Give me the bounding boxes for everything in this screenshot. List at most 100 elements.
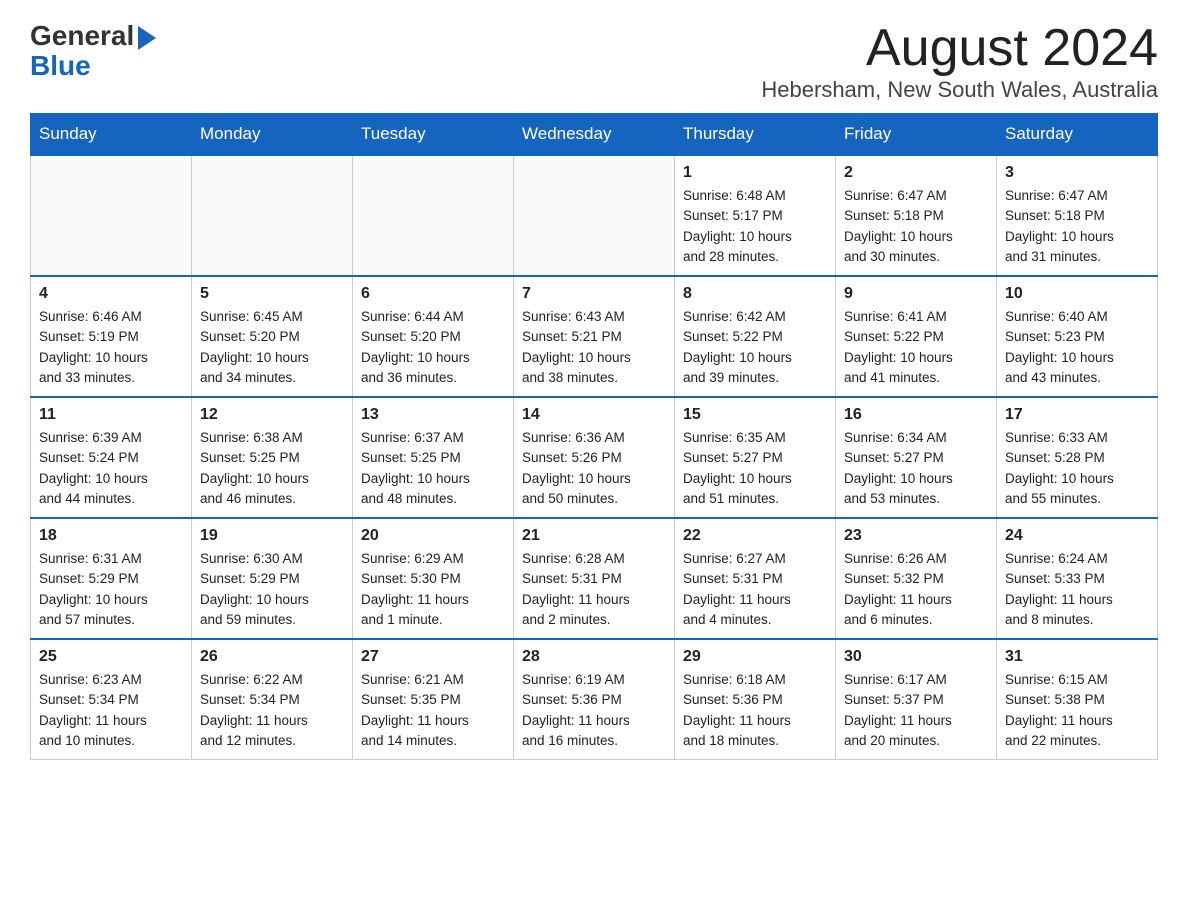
day-info: Sunrise: 6:27 AM Sunset: 5:31 PM Dayligh…	[683, 549, 827, 630]
day-number: 2	[844, 164, 988, 182]
day-info: Sunrise: 6:15 AM Sunset: 5:38 PM Dayligh…	[1005, 670, 1149, 751]
calendar-cell: 26 Sunrise: 6:22 AM Sunset: 5:34 PM Dayli…	[192, 639, 353, 760]
calendar-cell: 17 Sunrise: 6:33 AM Sunset: 5:28 PM Dayli…	[997, 397, 1158, 518]
calendar-cell: 25 Sunrise: 6:23 AM Sunset: 5:34 PM Dayli…	[31, 639, 192, 760]
day-info: Sunrise: 6:42 AM Sunset: 5:22 PM Dayligh…	[683, 307, 827, 388]
calendar-cell: 14 Sunrise: 6:36 AM Sunset: 5:26 PM Dayli…	[514, 397, 675, 518]
day-number: 20	[361, 527, 505, 545]
day-info: Sunrise: 6:23 AM Sunset: 5:34 PM Dayligh…	[39, 670, 183, 751]
calendar-cell: 19 Sunrise: 6:30 AM Sunset: 5:29 PM Dayli…	[192, 518, 353, 639]
day-number: 26	[200, 648, 344, 666]
day-info: Sunrise: 6:45 AM Sunset: 5:20 PM Dayligh…	[200, 307, 344, 388]
day-number: 1	[683, 164, 827, 182]
calendar-week-row: 25 Sunrise: 6:23 AM Sunset: 5:34 PM Dayli…	[31, 639, 1158, 760]
calendar-cell: 1 Sunrise: 6:48 AM Sunset: 5:17 PM Daylig…	[675, 155, 836, 276]
day-info: Sunrise: 6:37 AM Sunset: 5:25 PM Dayligh…	[361, 428, 505, 509]
day-number: 14	[522, 406, 666, 424]
calendar-cell: 16 Sunrise: 6:34 AM Sunset: 5:27 PM Dayli…	[836, 397, 997, 518]
calendar-title: August 2024	[761, 20, 1158, 77]
calendar-cell: 23Sunrise: 6:26 AM Sunset: 5:32 PM Dayli…	[836, 518, 997, 639]
day-number: 11	[39, 406, 183, 424]
day-number: 19	[200, 527, 344, 545]
day-number: 13	[361, 406, 505, 424]
calendar-cell: 18Sunrise: 6:31 AM Sunset: 5:29 PM Dayli…	[31, 518, 192, 639]
day-number: 25	[39, 648, 183, 666]
calendar-week-row: 11 Sunrise: 6:39 AM Sunset: 5:24 PM Dayli…	[31, 397, 1158, 518]
calendar-cell: 22Sunrise: 6:27 AM Sunset: 5:31 PM Dayli…	[675, 518, 836, 639]
calendar-cell: 21 Sunrise: 6:28 AM Sunset: 5:31 PM Dayli…	[514, 518, 675, 639]
calendar-cell: 15 Sunrise: 6:35 AM Sunset: 5:27 PM Dayli…	[675, 397, 836, 518]
calendar-cell: 30Sunrise: 6:17 AM Sunset: 5:37 PM Dayli…	[836, 639, 997, 760]
day-number: 5	[200, 285, 344, 303]
day-info: Sunrise: 6:38 AM Sunset: 5:25 PM Dayligh…	[200, 428, 344, 509]
weekday-header-monday: Monday	[192, 114, 353, 156]
calendar-week-row: 1 Sunrise: 6:48 AM Sunset: 5:17 PM Daylig…	[31, 155, 1158, 276]
calendar-cell: 11 Sunrise: 6:39 AM Sunset: 5:24 PM Dayli…	[31, 397, 192, 518]
day-number: 18	[39, 527, 183, 545]
day-number: 16	[844, 406, 988, 424]
day-info: Sunrise: 6:24 AM Sunset: 5:33 PM Dayligh…	[1005, 549, 1149, 630]
day-info: Sunrise: 6:21 AM Sunset: 5:35 PM Dayligh…	[361, 670, 505, 751]
calendar-cell: 6 Sunrise: 6:44 AM Sunset: 5:20 PM Daylig…	[353, 276, 514, 397]
day-number: 10	[1005, 285, 1149, 303]
day-info: Sunrise: 6:43 AM Sunset: 5:21 PM Dayligh…	[522, 307, 666, 388]
day-info: Sunrise: 6:33 AM Sunset: 5:28 PM Dayligh…	[1005, 428, 1149, 509]
weekday-header-saturday: Saturday	[997, 114, 1158, 156]
day-number: 28	[522, 648, 666, 666]
day-info: Sunrise: 6:19 AM Sunset: 5:36 PM Dayligh…	[522, 670, 666, 751]
day-info: Sunrise: 6:48 AM Sunset: 5:17 PM Dayligh…	[683, 186, 827, 267]
day-number: 7	[522, 285, 666, 303]
day-info: Sunrise: 6:30 AM Sunset: 5:29 PM Dayligh…	[200, 549, 344, 630]
day-number: 6	[361, 285, 505, 303]
calendar-cell: 7 Sunrise: 6:43 AM Sunset: 5:21 PM Daylig…	[514, 276, 675, 397]
calendar-cell: 28 Sunrise: 6:19 AM Sunset: 5:36 PM Dayli…	[514, 639, 675, 760]
day-number: 27	[361, 648, 505, 666]
day-number: 4	[39, 285, 183, 303]
calendar-cell: 24 Sunrise: 6:24 AM Sunset: 5:33 PM Dayli…	[997, 518, 1158, 639]
day-info: Sunrise: 6:44 AM Sunset: 5:20 PM Dayligh…	[361, 307, 505, 388]
logo-arrow-icon	[138, 26, 156, 50]
calendar-cell	[192, 155, 353, 276]
calendar-table: SundayMondayTuesdayWednesdayThursdayFrid…	[30, 113, 1158, 760]
day-number: 12	[200, 406, 344, 424]
weekday-header-thursday: Thursday	[675, 114, 836, 156]
calendar-cell: 10 Sunrise: 6:40 AM Sunset: 5:23 PM Dayli…	[997, 276, 1158, 397]
day-info: Sunrise: 6:47 AM Sunset: 5:18 PM Dayligh…	[844, 186, 988, 267]
calendar-week-row: 4 Sunrise: 6:46 AM Sunset: 5:19 PM Daylig…	[31, 276, 1158, 397]
day-number: 9	[844, 285, 988, 303]
day-info: Sunrise: 6:47 AM Sunset: 5:18 PM Dayligh…	[1005, 186, 1149, 267]
day-info: Sunrise: 6:39 AM Sunset: 5:24 PM Dayligh…	[39, 428, 183, 509]
day-info: Sunrise: 6:22 AM Sunset: 5:34 PM Dayligh…	[200, 670, 344, 751]
day-info: Sunrise: 6:17 AM Sunset: 5:37 PM Dayligh…	[844, 670, 988, 751]
day-info: Sunrise: 6:36 AM Sunset: 5:26 PM Dayligh…	[522, 428, 666, 509]
calendar-cell: 27 Sunrise: 6:21 AM Sunset: 5:35 PM Dayli…	[353, 639, 514, 760]
day-number: 29	[683, 648, 827, 666]
calendar-cell: 4 Sunrise: 6:46 AM Sunset: 5:19 PM Daylig…	[31, 276, 192, 397]
day-info: Sunrise: 6:28 AM Sunset: 5:31 PM Dayligh…	[522, 549, 666, 630]
calendar-cell	[514, 155, 675, 276]
day-info: Sunrise: 6:18 AM Sunset: 5:36 PM Dayligh…	[683, 670, 827, 751]
logo-general: General	[30, 20, 134, 52]
calendar-cell: 5 Sunrise: 6:45 AM Sunset: 5:20 PM Daylig…	[192, 276, 353, 397]
calendar-cell: 8 Sunrise: 6:42 AM Sunset: 5:22 PM Daylig…	[675, 276, 836, 397]
weekday-header-row: SundayMondayTuesdayWednesdayThursdayFrid…	[31, 114, 1158, 156]
day-number: 24	[1005, 527, 1149, 545]
calendar-cell: 20Sunrise: 6:29 AM Sunset: 5:30 PM Dayli…	[353, 518, 514, 639]
calendar-cell: 9 Sunrise: 6:41 AM Sunset: 5:22 PM Daylig…	[836, 276, 997, 397]
calendar-cell	[353, 155, 514, 276]
day-number: 15	[683, 406, 827, 424]
day-info: Sunrise: 6:35 AM Sunset: 5:27 PM Dayligh…	[683, 428, 827, 509]
day-info: Sunrise: 6:41 AM Sunset: 5:22 PM Dayligh…	[844, 307, 988, 388]
day-number: 21	[522, 527, 666, 545]
day-number: 17	[1005, 406, 1149, 424]
logo: General Blue	[30, 20, 156, 80]
day-info: Sunrise: 6:46 AM Sunset: 5:19 PM Dayligh…	[39, 307, 183, 388]
calendar-cell	[31, 155, 192, 276]
day-number: 23	[844, 527, 988, 545]
calendar-cell: 12 Sunrise: 6:38 AM Sunset: 5:25 PM Dayli…	[192, 397, 353, 518]
title-block: August 2024 Hebersham, New South Wales, …	[761, 20, 1158, 103]
day-info: Sunrise: 6:34 AM Sunset: 5:27 PM Dayligh…	[844, 428, 988, 509]
day-info: Sunrise: 6:40 AM Sunset: 5:23 PM Dayligh…	[1005, 307, 1149, 388]
weekday-header-wednesday: Wednesday	[514, 114, 675, 156]
day-number: 8	[683, 285, 827, 303]
